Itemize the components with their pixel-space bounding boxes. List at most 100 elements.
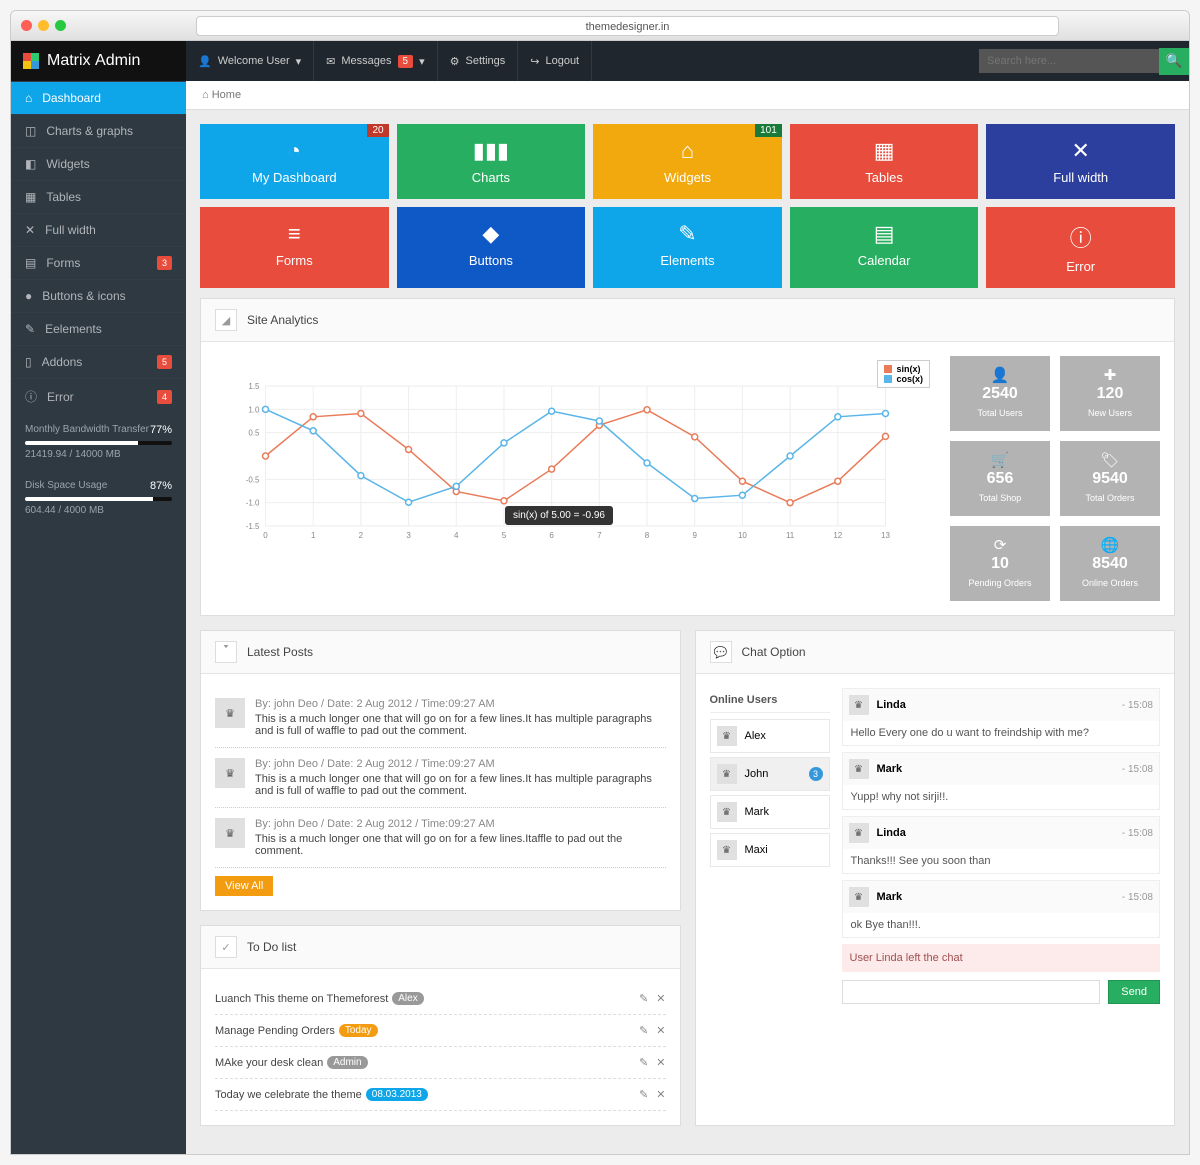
stat-total-orders[interactable]: 🏷9540Total Orders: [1060, 441, 1160, 516]
tile-my-dashboard[interactable]: 20◔My Dashboard: [200, 124, 389, 199]
user-name: Alex: [745, 730, 766, 742]
stat-total-shop[interactable]: 🛒656Total Shop: [950, 441, 1050, 516]
delete-icon[interactable]: ✕: [656, 1024, 665, 1037]
stat-value: 9540: [1064, 470, 1156, 488]
sidebar-label: Buttons & icons: [42, 289, 125, 303]
edit-icon[interactable]: ✎: [639, 992, 648, 1005]
tile-tables[interactable]: ▦Tables: [790, 124, 979, 199]
online-user[interactable]: ♛ Alex: [710, 719, 830, 753]
search-button[interactable]: 🔍: [1159, 48, 1189, 75]
sidebar-item-tables[interactable]: ▦Tables: [11, 180, 186, 213]
chevron-down-icon: ▾: [419, 55, 425, 68]
tile-buttons[interactable]: ◆Buttons: [397, 207, 586, 288]
sidebar-item-dashboard[interactable]: ⌂Dashboard: [11, 81, 186, 114]
stat-icon: 👤: [991, 367, 1010, 384]
msg-time: - 15:08: [1122, 700, 1153, 711]
chevron-down-icon[interactable]: 🢓: [215, 641, 237, 663]
tile-forms[interactable]: ≡Forms: [200, 207, 389, 288]
todo-tag: Today: [339, 1024, 378, 1037]
svg-text:8: 8: [645, 531, 650, 540]
send-button[interactable]: Send: [1108, 980, 1160, 1004]
welcome-user-dropdown[interactable]: 👤 Welcome User ▾: [186, 41, 314, 81]
avatar-icon: ♛: [717, 726, 737, 746]
msg-body: Hello Every one do u want to freindship …: [843, 721, 1160, 745]
analytics-chart[interactable]: -1.5-1.0-0.50.51.01.5012345678910111213 …: [215, 356, 936, 601]
settings-label: Settings: [466, 55, 506, 67]
stat-icon: 🛒: [991, 452, 1010, 469]
edit-icon[interactable]: ✎: [639, 1056, 648, 1069]
check-icon[interactable]: ✓: [215, 936, 237, 958]
online-user[interactable]: ♛John3: [710, 757, 830, 791]
sidebar-item-charts-graphs[interactable]: ◫Charts & graphs: [11, 114, 186, 147]
breadcrumb-home[interactable]: Home: [212, 89, 241, 101]
minimize-window-icon[interactable]: [38, 20, 49, 31]
top-nav: Matrix Admin 👤 Welcome User ▾ ✉ Messages…: [11, 41, 1189, 81]
svg-text:1: 1: [311, 531, 316, 540]
delete-icon[interactable]: ✕: [656, 1056, 665, 1069]
tile-badge: 101: [755, 124, 782, 137]
post-meta: By: john Deo / Date: 2 Aug 2012 / Time:0…: [255, 758, 666, 770]
sidebar-item-full-width[interactable]: ✕Full width: [11, 213, 186, 246]
stat-value: 10: [954, 555, 1046, 573]
sidebar-item-eelements[interactable]: ✎Eelements: [11, 312, 186, 345]
address-bar[interactable]: themedesigner.in: [196, 16, 1059, 36]
msg-name: Linda: [877, 699, 906, 711]
svg-text:3: 3: [406, 531, 411, 540]
svg-text:12: 12: [833, 531, 842, 540]
legend-sin: sin(x): [896, 364, 920, 374]
avatar-icon: ♛: [215, 698, 245, 728]
stat-icon: 🏷: [1100, 452, 1119, 469]
search-input[interactable]: [979, 49, 1159, 73]
sidebar-item-forms[interactable]: ▤Forms3: [11, 246, 186, 279]
avatar-icon: ♛: [717, 764, 737, 784]
chart-legend: sin(x) cos(x): [877, 360, 930, 388]
stat-new-users[interactable]: ✚120New Users: [1060, 356, 1160, 431]
sidebar-icon: ✎: [25, 322, 35, 336]
tile-calendar[interactable]: ▤Calendar: [790, 207, 979, 288]
sidebar-icon: ▦: [25, 190, 36, 204]
logout-icon: ↪: [530, 55, 539, 68]
tile-charts[interactable]: ▮▮▮Charts: [397, 124, 586, 199]
tile-label: Elements: [660, 253, 714, 268]
stat-total-users[interactable]: 👤2540Total Users: [950, 356, 1050, 431]
online-user[interactable]: ♛Maxi: [710, 833, 830, 867]
stat-label: Total Shop: [979, 493, 1022, 503]
svg-text:0: 0: [263, 531, 268, 540]
sidebar-item-widgets[interactable]: ◧Widgets: [11, 147, 186, 180]
tile-elements[interactable]: ✎Elements: [593, 207, 782, 288]
delete-icon[interactable]: ✕: [656, 992, 665, 1005]
tile-label: Forms: [276, 253, 313, 268]
chat-input[interactable]: [842, 980, 1101, 1004]
user-badge: 3: [809, 767, 823, 781]
edit-icon[interactable]: ✎: [639, 1088, 648, 1101]
settings-link[interactable]: ⚙ Settings: [438, 41, 519, 81]
breadcrumb: ⌂ Home: [186, 81, 1189, 110]
msg-time: - 15:08: [1122, 892, 1153, 903]
close-window-icon[interactable]: [21, 20, 32, 31]
todo-tag: Alex: [392, 992, 423, 1005]
logout-link[interactable]: ↪ Logout: [518, 41, 592, 81]
delete-icon[interactable]: ✕: [656, 1088, 665, 1101]
tile-icon: ▤: [790, 221, 979, 247]
stat-icon: ⟳: [994, 537, 1007, 554]
sidebar-icon: ◧: [25, 157, 36, 171]
online-user[interactable]: ♛Mark: [710, 795, 830, 829]
edit-icon[interactable]: ✎: [639, 1024, 648, 1037]
sidebar-icon: ◫: [25, 124, 36, 138]
sidebar-item-buttons-icons[interactable]: ●Buttons & icons: [11, 279, 186, 312]
sidebar-item-addons[interactable]: ▯Addons5: [11, 345, 186, 378]
svg-text:-1.5: -1.5: [246, 522, 260, 531]
view-all-button[interactable]: View All: [215, 876, 273, 896]
stat-pending-orders[interactable]: ⟳10Pending Orders: [950, 526, 1050, 601]
sidebar-item-error[interactable]: ⓘError4: [11, 378, 186, 414]
tile-error[interactable]: ⓘError: [986, 207, 1175, 288]
tile-widgets[interactable]: 101⌂Widgets: [593, 124, 782, 199]
msg-name: Mark: [877, 763, 903, 775]
messages-link[interactable]: ✉ Messages 5 ▾: [314, 41, 437, 81]
tile-full-width[interactable]: ✕Full width: [986, 124, 1175, 199]
stat-online-orders[interactable]: 🌐8540Online Orders: [1060, 526, 1160, 601]
post-body: This is a much longer one that will go o…: [255, 713, 666, 737]
msg-time: - 15:08: [1122, 764, 1153, 775]
maximize-window-icon[interactable]: [55, 20, 66, 31]
browser-toolbar: themedesigner.in: [11, 11, 1189, 41]
